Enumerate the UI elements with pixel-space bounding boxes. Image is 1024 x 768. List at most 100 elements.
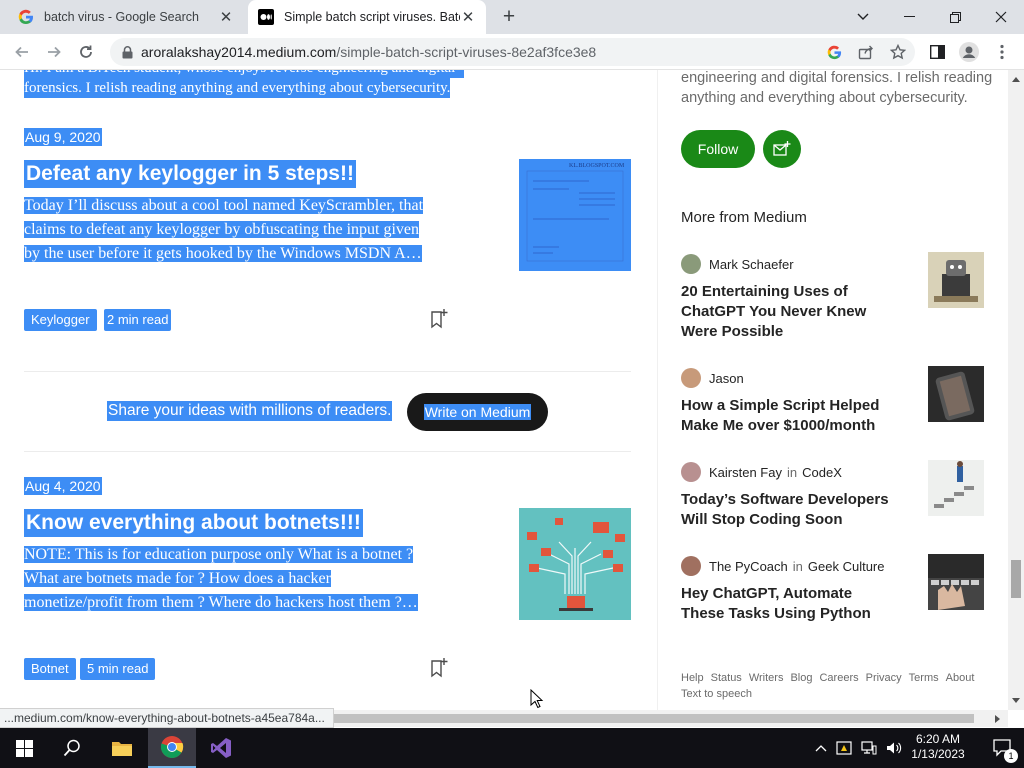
taskbar-clock[interactable]: 6:20 AM 1/13/2023 [904,728,972,768]
reload-icon[interactable] [71,34,101,70]
story-author-row[interactable]: The PyCoach in Geek Culture [681,556,884,576]
profile-avatar-icon[interactable] [955,34,983,70]
sidebar: engineering and digital forensics. I rel… [657,70,1008,710]
author-name: Jason [709,370,744,386]
story-title[interactable]: How a Simple Script Helped Make Me over … [681,396,896,436]
footer-link-blog[interactable]: Blog [790,672,812,684]
address-bar[interactable]: aroralakshay2014.medium.com/simple-batch… [110,38,915,66]
visual-studio-icon[interactable] [197,728,245,768]
link-status-bubble: ...medium.com/know-everything-about-botn… [0,708,334,728]
network-icon[interactable] [861,741,877,755]
footer-link-privacy[interactable]: Privacy [866,672,902,684]
new-tab-plus-icon[interactable]: + [496,5,522,29]
story-thumbnail[interactable] [928,460,984,516]
story-title[interactable]: Hey ChatGPT, Automate These Tasks Using … [681,584,896,624]
share-icon[interactable] [852,34,880,70]
chrome-taskbar-icon[interactable] [148,728,196,768]
action-center-icon[interactable]: 1 [982,728,1024,768]
bio-line: engineering and digital forensics. I rel… [681,70,993,86]
close-tab-icon[interactable]: ✕ [218,8,234,26]
author-avatar [681,462,701,482]
medium-icon [258,9,274,25]
tab-medium-article[interactable]: Simple batch script viruses. Batch ✕ [248,0,486,34]
footer-link-careers[interactable]: Careers [819,672,858,684]
lock-icon[interactable] [122,45,133,59]
scrollbar-thumb[interactable] [1011,560,1021,598]
subscribe-email-button[interactable] [763,130,801,168]
menu-kebab-icon[interactable] [988,34,1016,70]
bio-line: forensics. I relish reading anything and… [24,78,451,98]
minimize-icon[interactable] [886,0,932,34]
tag-botnet[interactable]: Botnet [24,658,76,680]
author-bio-partial: Hi. I am a B.Tech student, whose enjoys … [24,70,464,104]
file-explorer-icon[interactable] [98,728,146,768]
excerpt-line: NOTE: This is for education purpose only… [24,546,414,563]
volume-icon[interactable] [886,741,902,755]
notification-count-badge: 1 [1004,749,1018,763]
bio-line: anything and everything about cybersecur… [681,90,968,106]
divider [24,451,631,452]
post-excerpt[interactable]: Today I’ll discuss about a cool tool nam… [24,194,459,266]
story-thumbnail[interactable] [928,366,984,422]
tray-chevron-up-icon[interactable] [815,744,827,752]
post-excerpt[interactable]: NOTE: This is for education purpose only… [24,543,459,615]
vertical-scrollbar[interactable] [1008,70,1024,710]
side-panel-icon[interactable] [923,34,951,70]
author-avatar [681,368,701,388]
windows-taskbar: 6:20 AM 1/13/2023 1 [0,728,1024,768]
post-thumbnail-keylogger[interactable]: KL.BLOGSPOT.COM [519,159,631,271]
story-thumbnail[interactable] [928,252,984,308]
restore-icon[interactable] [932,0,978,34]
story-author-row[interactable]: Mark Schaefer [681,254,794,274]
bio-line: Hi. I am a B.Tech student, whose enjoys … [24,70,464,78]
tab-search-chevron-icon[interactable] [840,0,886,34]
follow-button[interactable]: Follow [681,130,755,168]
footer-link-text-to-speech[interactable]: Text to speech [681,688,752,700]
story-thumbnail[interactable] [928,554,984,610]
forward-icon[interactable] [39,34,69,70]
read-time: 2 min read [104,309,172,331]
write-on-medium-button[interactable]: Write on Medium [407,393,548,431]
url-path: /simple-batch-script-viruses-8e2af3fce3e… [336,44,597,60]
story-title[interactable]: Today’s Software Developers Will Stop Co… [681,490,896,530]
bookmark-add-icon[interactable] [429,657,449,679]
scroll-up-arrow-icon [1012,77,1020,82]
publication-name[interactable]: CodeX [802,465,842,480]
author-avatar [681,254,701,274]
post-thumbnail-botnet[interactable] [519,508,631,620]
back-icon[interactable] [7,34,37,70]
bookmark-star-icon[interactable] [884,34,912,70]
post-title[interactable]: Defeat any keylogger in 5 steps!! [24,160,356,188]
post-title[interactable]: Know everything about botnets!!! [24,509,363,537]
bookmark-add-icon[interactable] [429,308,449,330]
footer-link-writers[interactable]: Writers [749,672,784,684]
publication-name[interactable]: Geek Culture [808,559,885,574]
footer-link-help[interactable]: Help [681,672,704,684]
close-tab-icon[interactable]: ✕ [460,8,476,26]
clock-date: 1/13/2023 [911,747,965,761]
system-tray [815,728,902,768]
in-label: in [792,558,803,574]
footer-link-terms[interactable]: Terms [909,672,939,684]
excerpt-line: Today I’ll discuss about a cool tool nam… [24,197,424,214]
search-icon[interactable] [48,728,96,768]
button-label: Write on Medium [423,404,532,420]
browser-toolbar: aroralakshay2014.medium.com/simple-batch… [0,34,1024,70]
close-window-icon[interactable] [978,0,1024,34]
story-title[interactable]: 20 Entertaining Uses of ChatGPT You Neve… [681,282,896,342]
story-author-row[interactable]: Kairsten Fay in CodeX [681,462,842,482]
divider [24,371,631,372]
tab-google-search[interactable]: batch virus - Google Search ✕ [8,0,244,34]
scroll-down-arrow-icon [1012,698,1020,703]
tab-strip: batch virus - Google Search ✕ Simple bat… [0,0,1024,34]
tag-keylogger[interactable]: Keylogger [24,309,97,331]
google-lens-g-icon[interactable] [820,34,848,70]
footer-link-about[interactable]: About [946,672,975,684]
story-author-row[interactable]: Jason [681,368,744,388]
security-warning-icon[interactable] [836,741,852,755]
excerpt-line: monetize/profit from them ? Where do hac… [24,594,418,611]
windows-start-icon[interactable] [0,728,48,768]
author-name: The PyCoach [709,558,788,574]
web-page: Hi. I am a B.Tech student, whose enjoys … [0,70,1008,710]
footer-link-status[interactable]: Status [711,672,742,684]
